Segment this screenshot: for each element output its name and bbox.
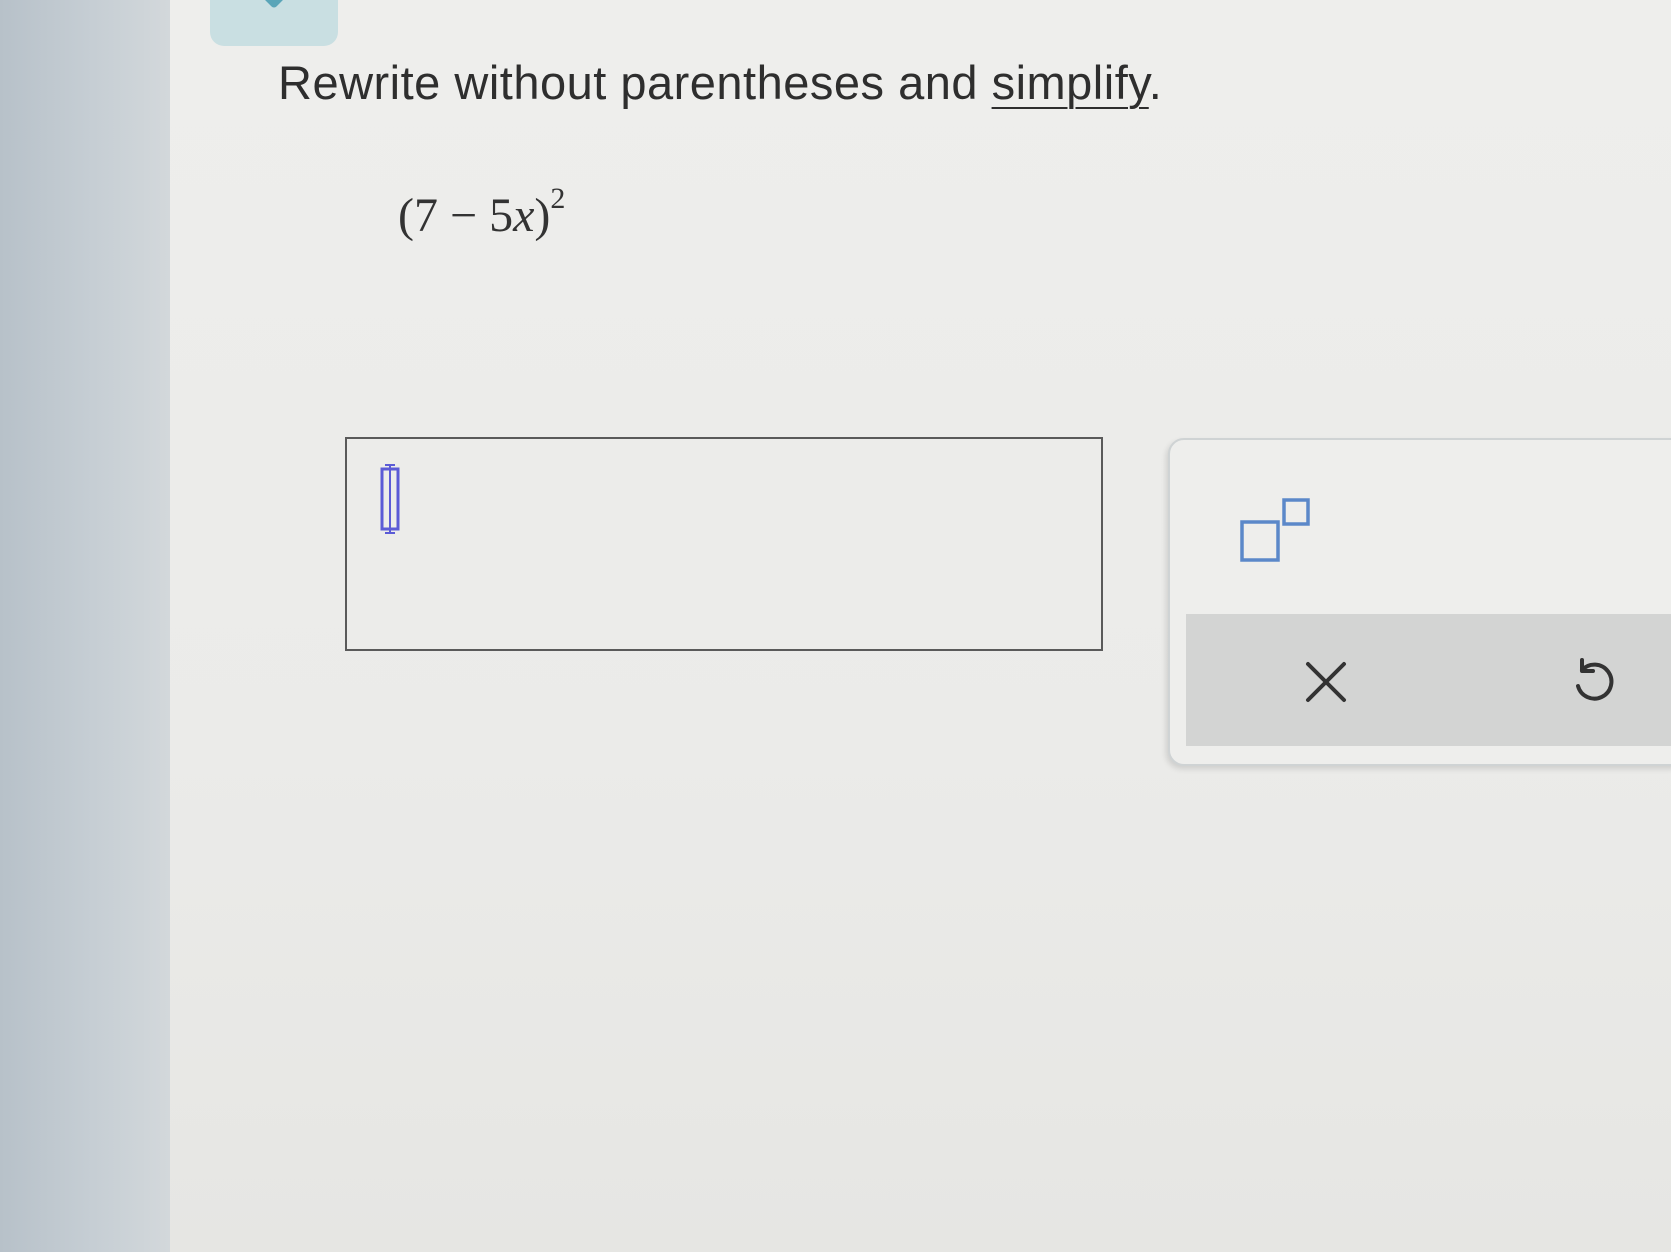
simplify-link[interactable]: simplify [992, 56, 1149, 109]
close-paren: ) [534, 189, 551, 242]
close-icon[interactable] [1296, 652, 1356, 712]
screen-bezel-left [0, 0, 170, 1252]
undo-icon[interactable] [1566, 654, 1622, 710]
collapse-tab[interactable] [210, 0, 338, 46]
exponent: 2 [550, 182, 566, 215]
variable: x [513, 189, 535, 242]
text-cursor-icon [380, 464, 400, 534]
prompt-period: . [1148, 56, 1163, 109]
chevron-down-icon [265, 0, 283, 8]
keypad-action-bar [1186, 614, 1671, 746]
superscript-template-icon[interactable] [1230, 492, 1320, 572]
math-keypad [1168, 438, 1671, 766]
minus-operator: − [437, 189, 490, 242]
open-paren: ( [398, 189, 414, 242]
answer-input[interactable] [345, 437, 1103, 651]
math-expression: (7 − 5x)2 [398, 182, 565, 243]
constant: 7 [413, 189, 438, 242]
coefficient: 5 [489, 189, 514, 242]
question-prompt: Rewrite without parentheses and simplify… [278, 55, 1162, 110]
prompt-text: Rewrite without parentheses and [278, 56, 992, 109]
